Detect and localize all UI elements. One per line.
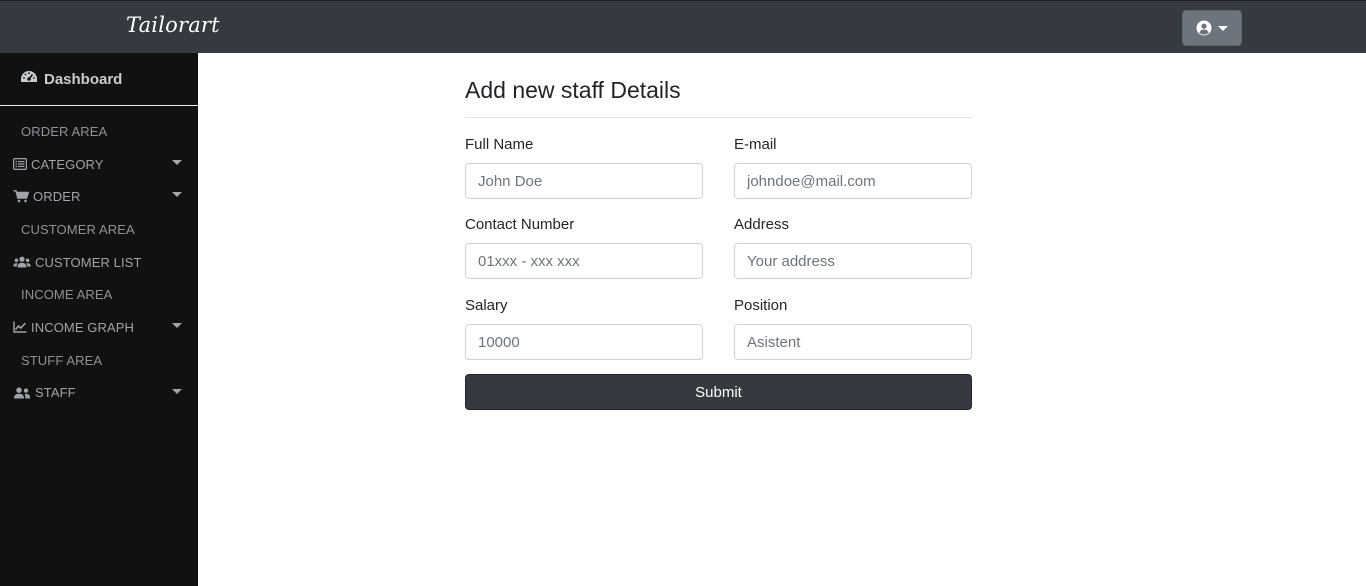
chevron-down-icon bbox=[172, 159, 182, 165]
position-input[interactable] bbox=[734, 324, 972, 360]
user-friends-icon bbox=[13, 387, 31, 399]
address-input[interactable] bbox=[734, 243, 972, 279]
address-label: Address bbox=[734, 216, 790, 233]
sidebar-menu: ORDER AREA CATEGORY ORDER CUSTOMER AREA … bbox=[0, 106, 198, 409]
sidebar-item-order[interactable]: ORDER bbox=[0, 180, 198, 213]
email-label: E-mail bbox=[734, 136, 777, 153]
user-menu-button[interactable] bbox=[1182, 10, 1242, 46]
position-label: Position bbox=[734, 297, 788, 314]
top-navbar: Tailorart bbox=[0, 0, 1366, 53]
chevron-down-icon bbox=[172, 388, 182, 394]
sidebar-item-dashboard[interactable]: Dashboard bbox=[0, 53, 198, 106]
email-input[interactable] bbox=[734, 163, 972, 199]
contact-number-input[interactable] bbox=[465, 243, 703, 279]
salary-input[interactable] bbox=[465, 324, 703, 360]
shopping-cart-icon bbox=[13, 190, 29, 203]
page-title: Add new staff Details bbox=[465, 77, 681, 103]
contact-number-label: Contact Number bbox=[465, 216, 575, 233]
chart-line-icon bbox=[13, 321, 27, 334]
chevron-down-icon bbox=[1218, 25, 1228, 31]
sidebar-heading-order-area: ORDER AREA bbox=[21, 123, 108, 139]
sidebar-item-label: Dashboard bbox=[44, 70, 123, 88]
brand-logo[interactable]: Tailorart bbox=[126, 13, 220, 37]
salary-label: Salary bbox=[465, 297, 508, 314]
tachometer-icon bbox=[20, 69, 38, 89]
submit-button[interactable]: Submit bbox=[465, 374, 972, 410]
title-divider bbox=[465, 117, 972, 118]
sidebar-item-income-graph[interactable]: INCOME GRAPH bbox=[0, 311, 198, 344]
sidebar-item-label: CUSTOMER LIST bbox=[35, 254, 142, 270]
sidebar-item-label: STAFF bbox=[35, 385, 76, 401]
sidebar-item-label: INCOME GRAPH bbox=[31, 319, 135, 335]
users-icon bbox=[13, 256, 31, 268]
chevron-down-icon bbox=[172, 323, 182, 329]
sidebar: Dashboard ORDER AREA CATEGORY ORDER CUST… bbox=[0, 53, 198, 586]
sidebar-item-customer-list[interactable]: CUSTOMER LIST bbox=[0, 246, 198, 279]
full-name-input[interactable] bbox=[465, 163, 703, 199]
sidebar-item-label: CATEGORY bbox=[31, 156, 104, 172]
list-alt-icon bbox=[13, 158, 27, 171]
sidebar-heading-income-area: INCOME AREA bbox=[21, 287, 113, 303]
sidebar-heading-customer-area: CUSTOMER AREA bbox=[21, 221, 135, 237]
chevron-down-icon bbox=[172, 192, 182, 198]
sidebar-item-label: ORDER bbox=[33, 189, 81, 205]
sidebar-heading-stuff-area: STUFF AREA bbox=[21, 352, 103, 368]
sidebar-item-staff[interactable]: STAFF bbox=[0, 377, 198, 410]
full-name-label: Full Name bbox=[465, 136, 534, 153]
sidebar-item-category[interactable]: CATEGORY bbox=[0, 148, 198, 181]
user-circle-icon bbox=[1196, 20, 1212, 36]
